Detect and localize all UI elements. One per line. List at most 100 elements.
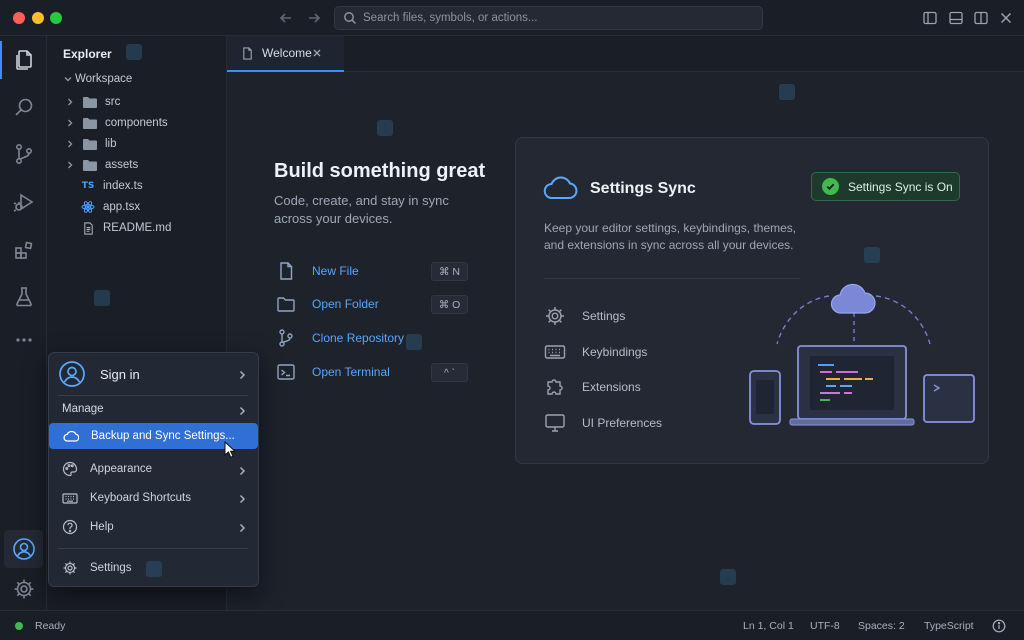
menu-divider <box>58 395 248 396</box>
shortcut-badge: ⌘ O <box>431 295 468 314</box>
chevron-right-icon <box>63 95 77 109</box>
workspace-label: Workspace <box>75 73 133 85</box>
tree-item-label: lib <box>105 138 117 150</box>
indentation[interactable]: Spaces: 2 <box>858 620 905 632</box>
search-placeholder: Search files, symbols, or actions... <box>363 12 538 24</box>
maximize-window-button[interactable] <box>50 12 62 24</box>
sync-item-keybindings: Keybindings <box>544 341 647 363</box>
watermark-icon <box>406 334 422 350</box>
file-encoding[interactable]: UTF-8 <box>810 620 840 632</box>
react-file-icon <box>81 200 95 214</box>
toggle-panel-icon[interactable] <box>948 10 964 26</box>
gear-icon <box>62 560 78 576</box>
action-label: Open Terminal <box>312 365 390 379</box>
close-icon[interactable] <box>310 46 324 60</box>
sync-item-extensions: Extensions <box>544 376 641 398</box>
check-icon <box>822 178 839 195</box>
tree-item-index-ts[interactable]: TS index.ts <box>47 176 227 196</box>
new-file-icon <box>276 261 296 281</box>
menu-item-label: Settings <box>90 562 132 574</box>
watermark-icon <box>126 44 142 60</box>
sidebar-title: Explorer <box>63 47 112 61</box>
search-bar[interactable]: Search files, symbols, or actions... <box>334 6 763 30</box>
notifications-info-icon[interactable] <box>992 619 1006 633</box>
split-editor-icon[interactable] <box>973 10 989 26</box>
chevron-right-icon <box>63 116 77 130</box>
menu-item-label: Appearance <box>90 463 153 475</box>
page-title: Build something great <box>274 160 486 182</box>
tree-item-components[interactable]: components <box>47 113 227 133</box>
action-label: New File <box>312 264 359 278</box>
folder-icon <box>83 139 97 150</box>
tree-item-src[interactable]: src <box>47 92 227 112</box>
help-icon <box>62 519 78 535</box>
watermark-icon <box>146 561 162 577</box>
menu-item-label: Keyboard Shortcuts <box>90 492 192 504</box>
search-icon[interactable] <box>0 84 47 130</box>
watermark-icon <box>720 569 736 585</box>
minimize-window-button[interactable] <box>32 12 44 24</box>
sync-card-description: Keep your editor settings, keybindings, … <box>544 221 797 252</box>
status-badge: Settings Sync is On <box>811 172 960 201</box>
source-control-icon[interactable] <box>0 131 47 177</box>
avatar-icon <box>58 360 86 388</box>
folder-icon <box>83 118 97 129</box>
sync-item-label: Extensions <box>582 380 641 394</box>
tab-welcome[interactable]: Welcome <box>227 36 344 72</box>
more-icon[interactable] <box>0 317 47 363</box>
back-arrow-icon[interactable] <box>277 9 295 27</box>
status-bar: Ready Ln 1, Col 1 UTF-8 Spaces: 2 TypeSc… <box>0 610 1024 640</box>
tree-item-label: src <box>105 96 121 108</box>
cloud-icon <box>543 176 578 200</box>
workspace-row[interactable]: Workspace <box>47 69 227 89</box>
testing-flask-icon[interactable] <box>0 274 47 320</box>
keyboard-shortcuts-menu-item[interactable]: Keyboard Shortcuts <box>48 485 259 511</box>
cursor-position[interactable]: Ln 1, Col 1 <box>743 620 794 632</box>
chevron-right-icon <box>237 522 247 533</box>
tree-item-readme[interactable]: README.md <box>47 218 227 238</box>
activity-bar <box>0 36 47 610</box>
extensions-icon[interactable] <box>0 227 47 273</box>
watermark-icon <box>377 120 393 136</box>
sync-card-title: Settings Sync <box>590 180 696 197</box>
menu-item-label: Help <box>90 521 114 533</box>
tree-item-assets[interactable]: assets <box>47 155 227 175</box>
gear-icon[interactable] <box>0 566 47 612</box>
sync-devices-illustration <box>749 283 975 426</box>
folder-icon <box>83 97 97 108</box>
tree-item-lib[interactable]: lib <box>47 134 227 154</box>
explorer-icon[interactable] <box>0 37 47 83</box>
manage-menu-item[interactable]: Manage <box>62 403 104 415</box>
status-state: Ready <box>35 620 66 632</box>
close-window-button[interactable] <box>13 12 25 24</box>
forward-arrow-icon[interactable] <box>305 9 323 27</box>
typescript-file-icon: TS <box>81 181 95 191</box>
menu-item-label: Backup and Sync Settings... <box>91 430 235 442</box>
folder-icon <box>276 294 296 314</box>
help-menu-item[interactable]: Help <box>48 514 259 540</box>
clone-repository-button[interactable]: Clone Repository <box>276 327 468 349</box>
monitor-icon <box>544 412 566 434</box>
language-mode[interactable]: TypeScript <box>924 620 974 632</box>
tree-item-label: components <box>105 117 168 129</box>
editor-tab-bar: Welcome <box>227 36 1024 72</box>
sync-item-label: UI Preferences <box>582 416 663 430</box>
chevron-right-icon <box>237 405 247 416</box>
page-subtitle: Code, create, and stay in sync across yo… <box>274 193 449 226</box>
sign-in-button[interactable]: Sign in <box>58 359 254 389</box>
tree-item-label: index.ts <box>103 180 143 192</box>
keyboard-icon <box>62 490 78 506</box>
sync-item-settings: Settings <box>544 305 625 327</box>
git-branch-icon <box>276 328 296 348</box>
keyboard-icon <box>544 341 566 363</box>
sign-in-label: Sign in <box>100 366 140 382</box>
close-icon[interactable] <box>998 10 1014 26</box>
gear-icon <box>544 305 566 327</box>
appearance-menu-item[interactable]: Appearance <box>48 456 259 482</box>
account-icon[interactable] <box>4 530 43 568</box>
watermark-icon <box>864 247 880 263</box>
run-debug-icon[interactable] <box>0 179 47 225</box>
tree-item-app-tsx[interactable]: app.tsx <box>47 197 227 217</box>
status-text: Settings Sync is On <box>848 179 953 194</box>
toggle-sidebar-icon[interactable] <box>922 10 938 26</box>
